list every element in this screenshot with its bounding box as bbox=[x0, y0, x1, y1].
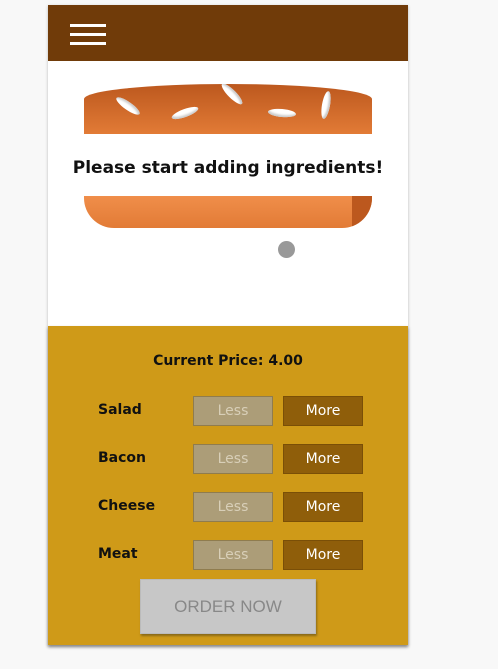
hamburger-menu-icon[interactable] bbox=[70, 24, 106, 46]
build-controls: Current Price: 4.00 Salad Less More Baco… bbox=[48, 326, 408, 645]
more-cheese-button[interactable]: More bbox=[283, 492, 363, 522]
ingredient-label: Cheese bbox=[98, 498, 156, 514]
seed bbox=[319, 90, 333, 120]
toolbar bbox=[48, 5, 408, 61]
more-meat-button[interactable]: More bbox=[283, 540, 363, 570]
ingredient-row-salad: Salad Less More bbox=[48, 396, 408, 426]
less-meat-button[interactable]: Less bbox=[193, 540, 273, 570]
order-now-button[interactable]: ORDER NOW bbox=[140, 579, 316, 634]
less-bacon-button[interactable]: Less bbox=[193, 444, 273, 474]
ingredient-label: Salad bbox=[98, 402, 142, 418]
burger-preview: Please start adding ingredients! bbox=[48, 61, 408, 326]
empty-burger-message: Please start adding ingredients! bbox=[72, 158, 384, 178]
less-salad-button[interactable]: Less bbox=[193, 396, 273, 426]
current-price: Current Price: 4.00 bbox=[153, 353, 303, 369]
bread-top bbox=[84, 84, 372, 134]
more-salad-button[interactable]: More bbox=[283, 396, 363, 426]
ingredient-row-bacon: Bacon Less More bbox=[48, 444, 408, 474]
app-frame: Please start adding ingredients! Current… bbox=[48, 5, 408, 645]
ingredient-row-meat: Meat Less More bbox=[48, 540, 408, 570]
seed bbox=[114, 94, 142, 118]
less-cheese-button[interactable]: Less bbox=[193, 492, 273, 522]
seed bbox=[267, 107, 297, 119]
indicator-dot bbox=[278, 241, 295, 258]
seed bbox=[170, 104, 200, 122]
ingredient-label: Bacon bbox=[98, 450, 147, 466]
bread-bottom bbox=[84, 196, 372, 228]
more-bacon-button[interactable]: More bbox=[283, 444, 363, 474]
ingredient-row-cheese: Cheese Less More bbox=[48, 492, 408, 522]
ingredient-label: Meat bbox=[98, 546, 138, 562]
seed bbox=[219, 84, 245, 107]
